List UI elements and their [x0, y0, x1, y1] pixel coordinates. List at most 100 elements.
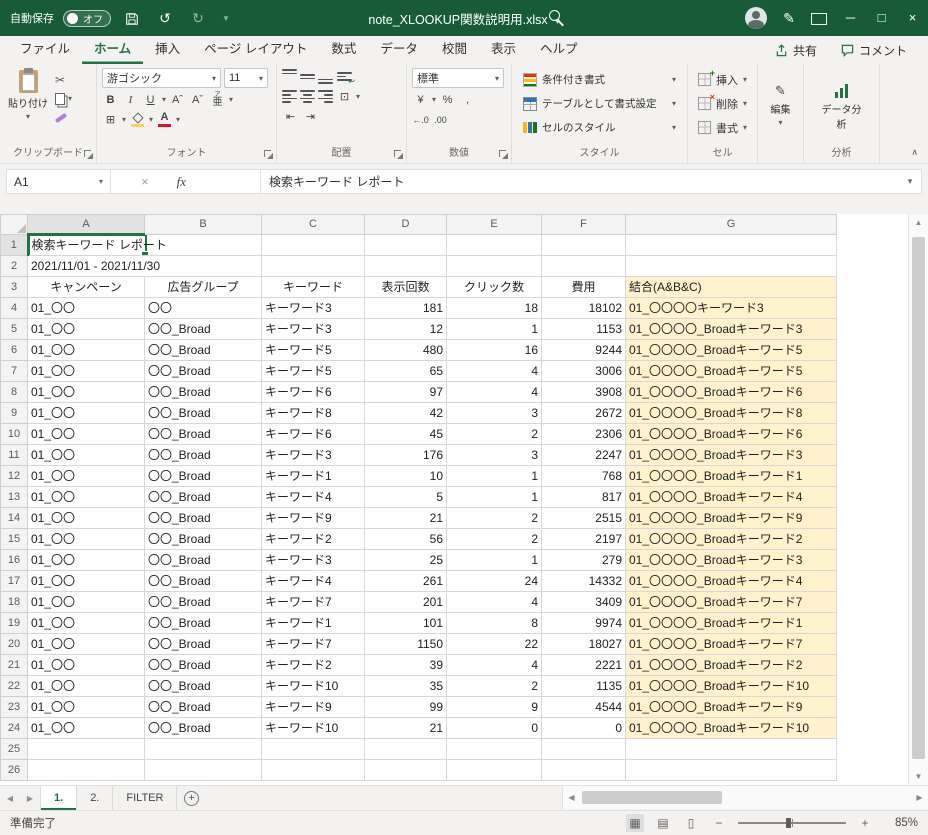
cell-C16[interactable]: キーワード3 [261, 549, 365, 571]
cell-A4[interactable]: 01_〇〇 [27, 297, 145, 319]
cell-G17[interactable]: 01_〇〇〇〇_Broadキーワード4 [625, 570, 837, 592]
underline-dropdown-icon[interactable]: ▾ [162, 95, 166, 104]
cell-F20[interactable]: 18027 [541, 633, 626, 655]
cell-F10[interactable]: 2306 [541, 423, 626, 445]
format-as-table-button[interactable]: テーブルとして書式設定 ▾ [517, 92, 682, 115]
cell-E16[interactable]: 1 [446, 549, 542, 571]
decrease-indent-button[interactable]: ⇤ [282, 108, 299, 125]
currency-dropdown-icon[interactable]: ▾ [432, 95, 436, 104]
cell-G13[interactable]: 01_〇〇〇〇_Broadキーワード4 [625, 486, 837, 508]
cell-B12[interactable]: 〇〇_Broad [144, 465, 262, 487]
delete-cells-button[interactable]: × 削除 ▾ [693, 92, 752, 115]
cell-D5[interactable]: 12 [364, 318, 447, 340]
share-button[interactable]: 共有 [766, 39, 826, 62]
ribbon-tab-データ[interactable]: データ [368, 36, 430, 64]
redo-button[interactable]: ↻ [186, 0, 210, 36]
cell-C21[interactable]: キーワード2 [261, 654, 365, 676]
row-header-23[interactable]: 23 [0, 696, 28, 718]
cell-E24[interactable]: 0 [446, 717, 542, 739]
phonetic-dropdown-icon[interactable]: ▾ [229, 95, 233, 104]
cell-E17[interactable]: 24 [446, 570, 542, 592]
row-header-9[interactable]: 9 [0, 402, 28, 424]
increase-font-size-button[interactable]: Aˆ [169, 91, 186, 108]
ribbon-tab-表示[interactable]: 表示 [479, 36, 528, 64]
cell-A8[interactable]: 01_〇〇 [27, 381, 145, 403]
cell-G24[interactable]: 01_〇〇〇〇_Broadキーワード10 [625, 717, 837, 739]
cell-E12[interactable]: 1 [446, 465, 542, 487]
cell-E9[interactable]: 3 [446, 402, 542, 424]
cell-G15[interactable]: 01_〇〇〇〇_Broadキーワード2 [625, 528, 837, 550]
cell-B17[interactable]: 〇〇_Broad [144, 570, 262, 592]
row-header-1[interactable]: 1 [0, 233, 29, 256]
cell-C17[interactable]: キーワード4 [261, 570, 365, 592]
align-top-icon[interactable] [282, 69, 297, 84]
cell-E2[interactable] [446, 255, 542, 277]
cell-C14[interactable]: キーワード9 [261, 507, 365, 529]
cell-A16[interactable]: 01_〇〇 [27, 549, 145, 571]
row-header-3[interactable]: 3 [0, 276, 28, 298]
comments-button[interactable]: コメント [832, 39, 916, 62]
cell-D9[interactable]: 42 [364, 402, 447, 424]
copy-dropdown-icon[interactable]: ▾ [68, 94, 72, 103]
cell-E6[interactable]: 16 [446, 339, 542, 361]
dialog-launcher-font[interactable] [264, 150, 273, 159]
dialog-launcher-number[interactable] [499, 150, 508, 159]
cell-E22[interactable]: 2 [446, 675, 542, 697]
cell-D16[interactable]: 25 [364, 549, 447, 571]
row-header-6[interactable]: 6 [0, 339, 28, 361]
cell-G16[interactable]: 01_〇〇〇〇_Broadキーワード3 [625, 549, 837, 571]
cell-G6[interactable]: 01_〇〇〇〇_Broadキーワード5 [625, 339, 837, 361]
cell-C3[interactable]: キーワード [261, 276, 365, 298]
cell-C2[interactable] [261, 255, 365, 277]
row-header-18[interactable]: 18 [0, 591, 28, 613]
fill-color-dropdown-icon[interactable]: ▾ [149, 115, 153, 124]
cell-E4[interactable]: 18 [446, 297, 542, 319]
cell-C12[interactable]: キーワード1 [261, 465, 365, 487]
cell-C13[interactable]: キーワード4 [261, 486, 365, 508]
cell-A22[interactable]: 01_〇〇 [27, 675, 145, 697]
cell-B25[interactable] [144, 738, 262, 760]
cell-G2[interactable] [625, 255, 837, 277]
cell-F1[interactable] [541, 233, 626, 256]
cell-E15[interactable]: 2 [446, 528, 542, 550]
cell-G3[interactable]: 結合(A&B&C) [625, 276, 837, 298]
cell-D15[interactable]: 56 [364, 528, 447, 550]
column-header-F[interactable]: F [541, 214, 626, 235]
cell-B26[interactable] [144, 759, 262, 781]
cell-C22[interactable]: キーワード10 [261, 675, 365, 697]
cell-G8[interactable]: 01_〇〇〇〇_Broadキーワード6 [625, 381, 837, 403]
horizontal-scrollbar[interactable]: ◀ ▶ [562, 786, 928, 809]
cell-B4[interactable]: 〇〇 [144, 297, 262, 319]
cell-B22[interactable]: 〇〇_Broad [144, 675, 262, 697]
increase-indent-button[interactable]: ⇥ [302, 108, 319, 125]
ribbon-tab-挿入[interactable]: 挿入 [143, 36, 192, 64]
cell-C1[interactable] [261, 233, 365, 256]
horizontal-scrollbar-thumb[interactable] [582, 791, 722, 804]
cell-D2[interactable] [364, 255, 447, 277]
cell-A24[interactable]: 01_〇〇 [27, 717, 145, 739]
cell-A12[interactable]: 01_〇〇 [27, 465, 145, 487]
cell-D22[interactable]: 35 [364, 675, 447, 697]
cell-C23[interactable]: キーワード9 [261, 696, 365, 718]
cell-B19[interactable]: 〇〇_Broad [144, 612, 262, 634]
cell-D3[interactable]: 表示回数 [364, 276, 447, 298]
cell-B11[interactable]: 〇〇_Broad [144, 444, 262, 466]
cell-A19[interactable]: 01_〇〇 [27, 612, 145, 634]
window-title[interactable]: note_XLOOKUP関数説明用.xlsx [368, 13, 547, 27]
row-header-24[interactable]: 24 [0, 717, 28, 739]
font-color-dropdown-icon[interactable]: ▾ [176, 115, 180, 124]
cell-F11[interactable]: 2247 [541, 444, 626, 466]
insert-cells-button[interactable]: + 挿入 ▾ [693, 68, 752, 91]
cell-C15[interactable]: キーワード2 [261, 528, 365, 550]
cancel-entry-icon[interactable]: × [141, 174, 149, 189]
wrap-text-button[interactable]: ↩ [336, 68, 355, 86]
formula-bar-expand-icon[interactable]: ▾ [899, 176, 921, 187]
horizontal-scrollbar-track[interactable] [580, 786, 911, 809]
cell-styles-button[interactable]: セルのスタイル ▾ [517, 116, 682, 139]
cell-G25[interactable] [625, 738, 837, 760]
cell-F17[interactable]: 14332 [541, 570, 626, 592]
cell-F14[interactable]: 2515 [541, 507, 626, 529]
scroll-down-icon[interactable]: ▼ [909, 768, 928, 785]
cell-F8[interactable]: 3908 [541, 381, 626, 403]
merge-dropdown-icon[interactable]: ▾ [356, 92, 360, 101]
